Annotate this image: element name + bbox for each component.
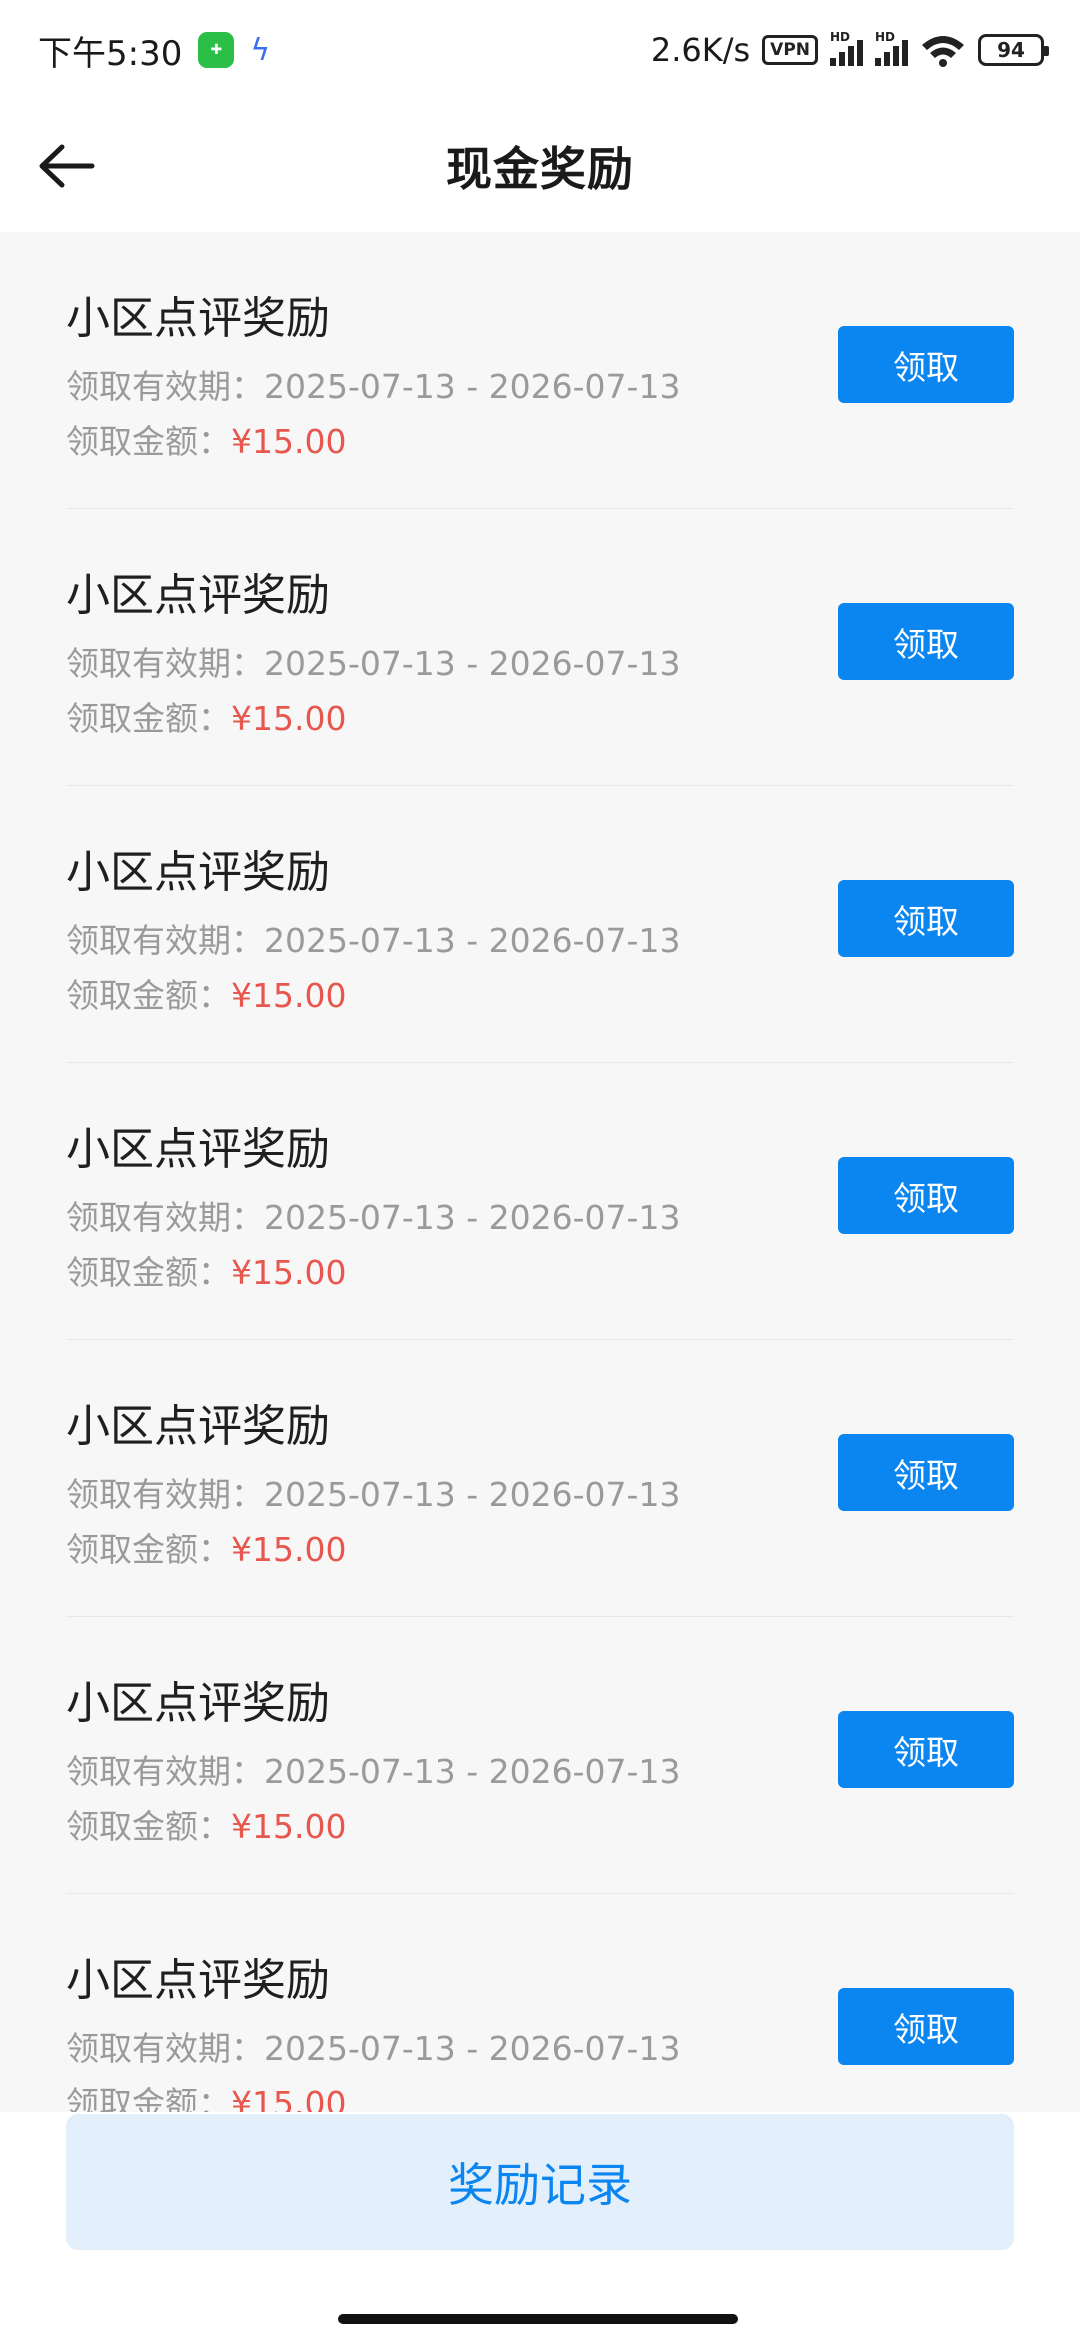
back-button[interactable] [30,130,102,202]
reward-list[interactable]: 小区点评奖励 领取有效期：2025-07-13 - 2026-07-13 领取金… [0,232,1080,2112]
amount-label: 领取金额： [66,1530,231,1569]
reward-item: 小区点评奖励 领取有效期：2025-07-13 - 2026-07-13 领取金… [66,1894,1014,2112]
amount-value: ¥15.00 [231,422,347,461]
period-label: 领取有效期： [66,367,264,406]
reward-title: 小区点评奖励 [66,1124,330,1175]
claim-button[interactable]: 领取 [838,1711,1014,1788]
claim-button[interactable]: 领取 [838,1434,1014,1511]
claim-button[interactable]: 领取 [838,1157,1014,1234]
amount-label: 领取金额： [66,2084,231,2112]
period-value: 2025-07-13 - 2026-07-13 [264,1475,681,1514]
reward-amount: 领取金额：¥15.00 [66,1523,346,1571]
reward-item: 小区点评奖励 领取有效期：2025-07-13 - 2026-07-13 领取金… [66,509,1014,786]
wifi-icon [920,33,966,67]
hd-label: HD [830,30,851,44]
amount-value: ¥15.00 [231,1530,347,1569]
period-label: 领取有效期： [66,2029,264,2068]
amount-value: ¥15.00 [231,1253,347,1292]
vpn-badge: VPN [762,35,818,65]
period-value: 2025-07-13 - 2026-07-13 [264,2029,681,2068]
reward-amount: 领取金额：¥15.00 [66,415,346,463]
reward-item: 小区点评奖励 领取有效期：2025-07-13 - 2026-07-13 领取金… [66,786,1014,1063]
reward-title: 小区点评奖励 [66,1955,330,2006]
period-value: 2025-07-13 - 2026-07-13 [264,1198,681,1237]
period-value: 2025-07-13 - 2026-07-13 [264,367,681,406]
reward-amount: 领取金额：¥15.00 [66,2077,346,2112]
reward-item: 小区点评奖励 领取有效期：2025-07-13 - 2026-07-13 领取金… [66,232,1014,509]
reward-period: 领取有效期：2025-07-13 - 2026-07-13 [66,1191,680,1239]
app-header: 现金奖励 [0,100,1080,232]
reward-item: 小区点评奖励 领取有效期：2025-07-13 - 2026-07-13 领取金… [66,1063,1014,1340]
period-label: 领取有效期： [66,1752,264,1791]
status-bar: 下午5:30 ✚ ϟ 2.6K/s VPN HD HD 94 [0,0,1080,100]
reward-title: 小区点评奖励 [66,570,330,621]
signal-icon: HD [830,30,863,66]
screen: 下午5:30 ✚ ϟ 2.6K/s VPN HD HD 94 现金奖励 小区点评… [0,0,1080,2340]
reward-period: 领取有效期：2025-07-13 - 2026-07-13 [66,637,680,685]
status-time: 下午5:30 [38,33,183,74]
claim-button[interactable]: 领取 [838,880,1014,957]
period-label: 领取有效期： [66,1198,264,1237]
reward-title: 小区点评奖励 [66,1678,330,1729]
reward-title: 小区点评奖励 [66,293,330,344]
amount-label: 领取金额： [66,1253,231,1292]
home-indicator[interactable] [338,2314,738,2324]
reward-title: 小区点评奖励 [66,847,330,898]
reward-item: 小区点评奖励 领取有效期：2025-07-13 - 2026-07-13 领取金… [66,1340,1014,1617]
reward-amount: 领取金额：¥15.00 [66,969,346,1017]
amount-value: ¥15.00 [231,2084,347,2112]
reward-amount: 领取金额：¥15.00 [66,692,346,740]
claim-button[interactable]: 领取 [838,1988,1014,2065]
arrow-left-icon [39,144,95,188]
period-label: 领取有效期： [66,921,264,960]
amount-value: ¥15.00 [231,1807,347,1846]
app-notification-icon: ✚ [198,32,235,68]
signal-icon-2: HD [875,30,908,66]
period-value: 2025-07-13 - 2026-07-13 [264,1752,681,1791]
period-value: 2025-07-13 - 2026-07-13 [264,921,681,960]
reward-period: 领取有效期：2025-07-13 - 2026-07-13 [66,1468,680,1516]
hd-label-2: HD [875,30,896,44]
amount-label: 领取金额： [66,1807,231,1846]
page-title: 现金奖励 [446,142,634,196]
period-label: 领取有效期： [66,1475,264,1514]
period-label: 领取有效期： [66,644,264,683]
status-left: 下午5:30 ✚ ϟ [38,26,270,75]
amount-value: ¥15.00 [231,976,347,1015]
battery-icon: 94 [978,34,1049,66]
status-right: 2.6K/s VPN HD HD 94 [650,30,1049,69]
amount-label: 领取金额： [66,699,231,738]
reward-period: 领取有效期：2025-07-13 - 2026-07-13 [66,2022,680,2070]
reward-title: 小区点评奖励 [66,1401,330,1452]
bottom-bar: 奖励记录 [0,2112,1080,2340]
amount-label: 领取金额： [66,422,231,461]
reward-records-button[interactable]: 奖励记录 [66,2114,1014,2250]
amount-label: 领取金额： [66,976,231,1015]
claim-button[interactable]: 领取 [838,326,1014,403]
reward-period: 领取有效期：2025-07-13 - 2026-07-13 [66,914,680,962]
claim-button[interactable]: 领取 [838,603,1014,680]
reward-amount: 领取金额：¥15.00 [66,1246,346,1294]
amount-value: ¥15.00 [231,699,347,738]
reward-item: 小区点评奖励 领取有效期：2025-07-13 - 2026-07-13 领取金… [66,1617,1014,1894]
reward-period: 领取有效期：2025-07-13 - 2026-07-13 [66,360,680,408]
reward-amount: 领取金额：¥15.00 [66,1800,346,1848]
reward-period: 领取有效期：2025-07-13 - 2026-07-13 [66,1745,680,1793]
period-value: 2025-07-13 - 2026-07-13 [264,644,681,683]
feather-notification-icon: ϟ [250,32,271,68]
network-speed: 2.6K/s [650,31,751,69]
